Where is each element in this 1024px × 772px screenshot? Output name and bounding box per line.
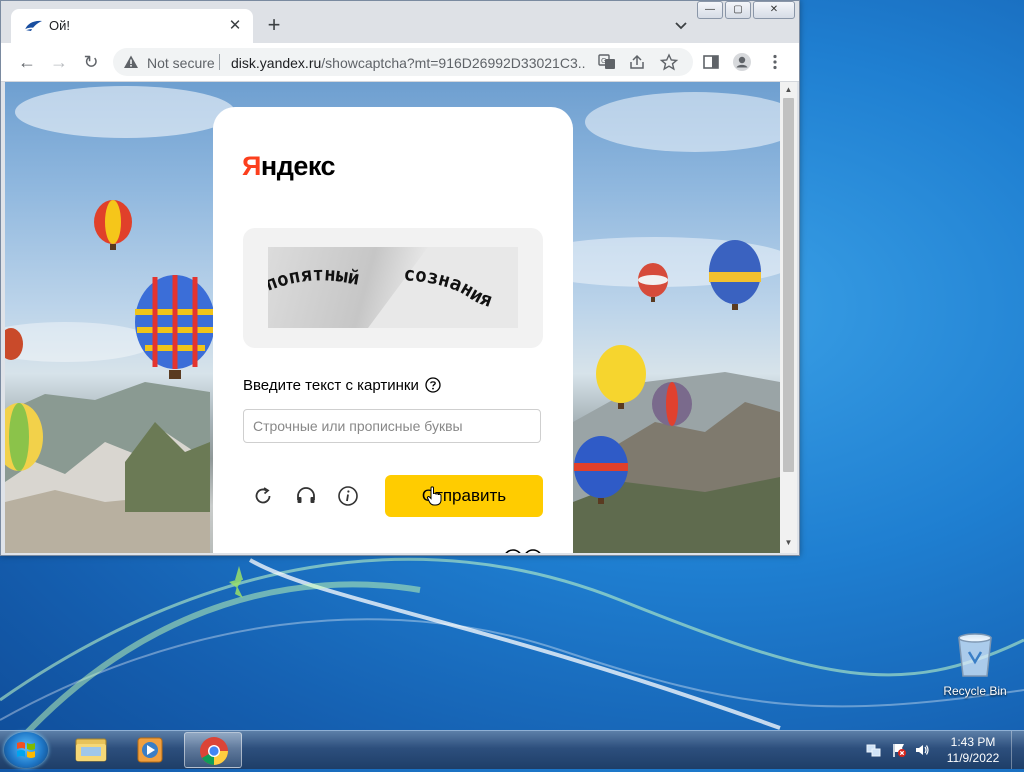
close-window-button[interactable]: ✕ — [753, 1, 795, 19]
taskbar-media-player-button[interactable] — [122, 732, 180, 768]
maximize-button[interactable]: ▢ — [725, 1, 751, 19]
address-bar[interactable]: Not secure disk.yandex.ru/showcaptcha?mt… — [113, 48, 693, 76]
taskbar-explorer-button[interactable] — [62, 732, 120, 768]
url-text[interactable]: disk.yandex.ru/showcaptcha?mt=916D26992D… — [231, 55, 586, 71]
browser-toolbar: ← → ↻ Not secure disk.yandex.ru/showcapt… — [1, 43, 799, 82]
captcha-prompt-label: Введите текст с картинки — [243, 377, 419, 394]
captcha-word-1: попятный — [262, 263, 361, 295]
headphones-icon[interactable] — [294, 484, 318, 508]
chevron-down-icon[interactable] — [671, 15, 691, 35]
info-icon[interactable] — [336, 484, 360, 508]
tab-close-icon[interactable]: ✕ — [225, 16, 245, 36]
hand-cursor-icon — [426, 486, 442, 506]
yandex-disk-favicon-icon — [24, 20, 42, 31]
question-icon[interactable] — [425, 377, 441, 393]
show-desktop-button[interactable] — [1011, 731, 1024, 769]
url-path: /showcaptcha?mt=916D26992D33021C3... — [321, 55, 586, 71]
captcha-answer-input[interactable] — [243, 409, 541, 443]
security-label[interactable]: Not secure — [147, 55, 215, 71]
refresh-icon[interactable] — [251, 484, 275, 508]
translate-icon[interactable]: G — [597, 53, 617, 71]
captcha-card: Яндекс попятный сознания — [213, 107, 573, 553]
yandex-logo: Яндекс — [242, 151, 336, 182]
clock-time: 1:43 PM — [950, 735, 996, 749]
side-panel-icon[interactable] — [701, 52, 721, 72]
submit-button[interactable]: Отправить — [385, 475, 543, 517]
browser-tab[interactable]: Ой! ✕ — [11, 9, 253, 43]
share-icon[interactable] — [627, 53, 647, 71]
system-clock[interactable]: 1:43 PM 11/9/2022 — [930, 734, 1016, 766]
accessibility-icon[interactable] — [503, 547, 543, 553]
bookmark-star-icon[interactable] — [659, 53, 679, 71]
action-center-flag-icon[interactable] — [891, 742, 907, 758]
chrome-icon — [200, 737, 228, 765]
captcha-distorted-text: попятный сознания — [262, 247, 518, 328]
back-button[interactable]: ← — [17, 52, 37, 72]
reload-button[interactable]: ↻ — [81, 52, 101, 72]
captcha-image: попятный сознания — [262, 247, 518, 328]
media-player-icon — [137, 737, 163, 763]
recycle-bin-icon — [958, 633, 992, 677]
menu-kebab-icon[interactable] — [765, 52, 785, 72]
volume-icon[interactable] — [914, 742, 930, 758]
start-button[interactable] — [4, 732, 48, 768]
forward-button[interactable]: → — [49, 52, 69, 72]
taskbar: 1:43 PM 11/9/2022 — [0, 730, 1024, 769]
minimize-button[interactable]: — — [697, 1, 723, 19]
logo-rest: ндекс — [260, 151, 336, 181]
network-icon[interactable] — [866, 742, 882, 758]
profile-avatar-icon[interactable] — [732, 52, 752, 72]
svg-text:попятный: попятный — [268, 263, 361, 295]
warning-icon[interactable] — [123, 54, 139, 70]
scrollbar-thumb[interactable] — [783, 98, 794, 472]
clock-date: 11/9/2022 — [946, 751, 1000, 765]
scroll-down-arrow-icon[interactable]: ▼ — [784, 538, 793, 547]
tab-title: Ой! — [49, 18, 70, 33]
scroll-up-arrow-icon[interactable]: ▲ — [784, 85, 793, 94]
tab-strip: Ой! ✕ + — ▢ ✕ — [1, 1, 799, 43]
svg-text:G: G — [601, 57, 606, 65]
new-tab-button[interactable]: + — [263, 14, 285, 37]
browser-window: Ой! ✕ + — ▢ ✕ ← → ↻ Not secure disk.yand… — [0, 0, 800, 556]
taskbar-chrome-button[interactable] — [184, 732, 242, 768]
recycle-bin-label: Recycle Bin — [943, 684, 1007, 698]
page-viewport: Яндекс попятный сознания — [5, 82, 780, 553]
captcha-image-box: попятный сознания — [243, 228, 543, 348]
windows-logo-icon — [17, 742, 35, 758]
recycle-bin-shortcut[interactable]: Recycle Bin — [940, 630, 1010, 698]
address-separator — [219, 54, 220, 70]
logo-first-letter: Я — [242, 151, 261, 181]
page-scrollbar[interactable]: ▲ ▼ — [780, 82, 797, 553]
window-controls: — ▢ ✕ — [697, 1, 795, 19]
url-host: disk.yandex.ru — [231, 55, 322, 71]
folder-icon — [75, 738, 107, 762]
